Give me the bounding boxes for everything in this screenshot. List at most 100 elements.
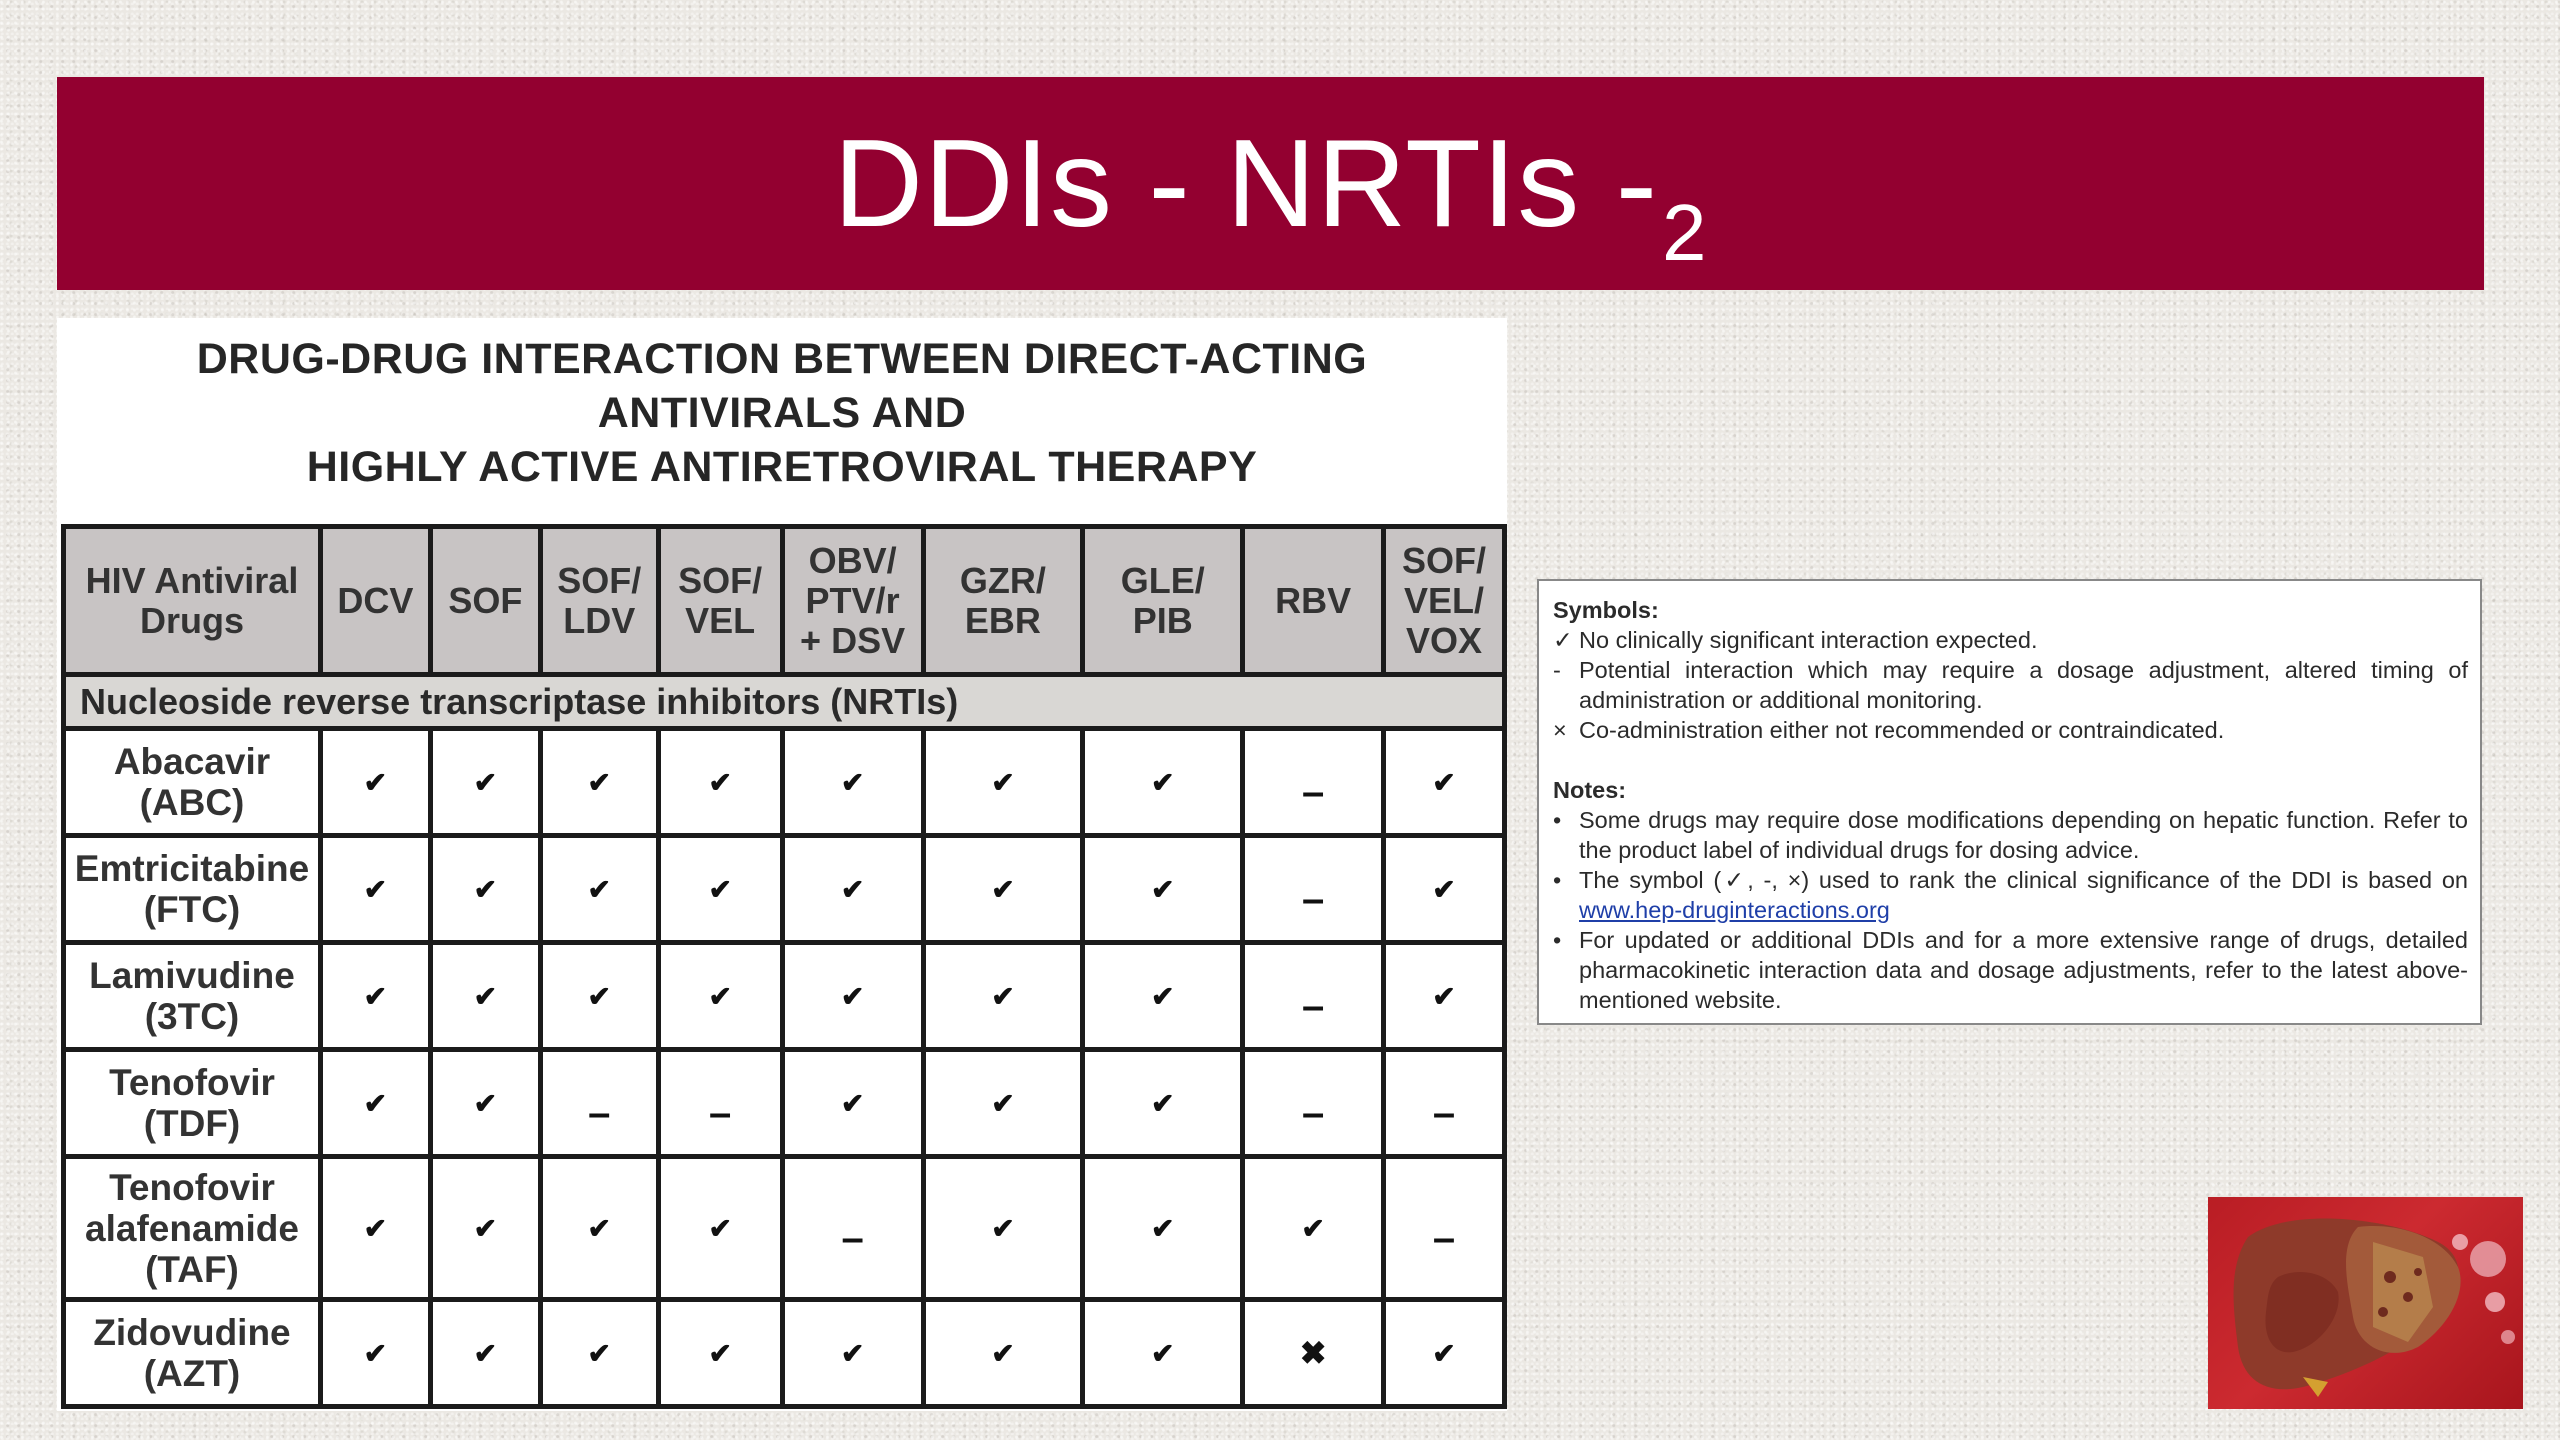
- interaction-cell: ✔: [1381, 1297, 1507, 1409]
- legend-mark: •: [1553, 927, 1562, 953]
- column-header-line: PIB: [1132, 599, 1193, 641]
- legend-text: The symbol (✓, -, ×) used to rank the cl…: [1579, 867, 2468, 893]
- interaction-cell: ✔: [537, 726, 661, 838]
- legend-mark: •: [1553, 807, 1562, 833]
- check-icon: ✔: [1432, 766, 1456, 798]
- column-header-line: SOF: [448, 579, 523, 621]
- check-icon: ✔: [991, 1087, 1015, 1119]
- interaction-cell: ✔: [427, 940, 543, 1052]
- check-icon: ✔: [363, 766, 388, 798]
- symbols-heading: Symbols:: [1553, 597, 1659, 623]
- column-header-line: HIV Antiviral: [85, 559, 299, 601]
- legend-item: - Potential interaction which may require…: [1553, 655, 2468, 715]
- notes-list: • Some drugs may require dose modificatio…: [1553, 805, 2468, 1015]
- legend-item: ✓ No clinically significant interaction e…: [1553, 625, 2468, 655]
- interaction-cell: ✔: [427, 1154, 543, 1302]
- drug-name-cell: Emtricitabine (FTC): [61, 833, 323, 945]
- legend-text: Some drugs may require dose modification…: [1579, 807, 2468, 863]
- check-icon: ✔: [1151, 1337, 1175, 1369]
- interaction-cell: –: [779, 1154, 926, 1302]
- column-header: SOF/VEL: [655, 524, 785, 677]
- column-header-line: SOF/: [557, 559, 642, 601]
- drug-name-line: (TAF): [145, 1248, 239, 1290]
- notes-heading: Notes:: [1553, 777, 1627, 803]
- title-subscript: 2: [1662, 187, 1708, 277]
- section-label: Nucleoside reverse transcriptase inhibit…: [61, 672, 1507, 731]
- ddi-table: HIV Antiviral Drugs DCV SOF SOF/LDV SOF/VEL OB…: [61, 524, 1507, 1409]
- check-icon: ✔: [473, 766, 498, 798]
- table-row: Tenofovir alafenamide (TAF) ✔ ✔ ✔ ✔ – ✔ ✔ ✔ –: [61, 1154, 1507, 1302]
- interaction-cell: –: [655, 1047, 785, 1159]
- title-banner: DDIs - NRTIs -2: [57, 77, 2484, 290]
- interaction-cell: ✔: [655, 940, 785, 1052]
- interaction-cell: –: [1240, 940, 1387, 1052]
- cross-icon: ✖: [1299, 1335, 1327, 1371]
- drug-name-line: (TDF): [143, 1103, 241, 1144]
- interaction-cell: ✔: [920, 940, 1086, 1052]
- check-icon: ✔: [708, 980, 732, 1012]
- column-header-line: RBV: [1275, 579, 1352, 621]
- interaction-cell: ✔: [779, 833, 926, 945]
- interaction-cell: –: [1381, 1047, 1507, 1159]
- check-icon: ✔: [1432, 980, 1456, 1012]
- legend-mark: -: [1553, 657, 1561, 683]
- interaction-cell: ✔: [779, 1297, 926, 1409]
- legend-mark: •: [1553, 867, 1562, 893]
- check-icon: ✔: [363, 1087, 388, 1119]
- table-row: Abacavir (ABC) ✔ ✔ ✔ ✔ ✔ ✔ ✔ – ✔: [61, 726, 1507, 838]
- dash-icon: –: [1432, 1215, 1456, 1260]
- legend-text-block: No clinically significant interaction ex…: [1579, 625, 2468, 655]
- interaction-cell: ✔: [317, 1154, 433, 1302]
- dash-icon: –: [1301, 769, 1325, 814]
- legend-item: × Co-administration either not recommende…: [1553, 715, 2468, 745]
- legend-text-block: Potential interaction which may require …: [1579, 655, 2468, 715]
- hep-druginteractions-link[interactable]: www.hep-druginteractions.org: [1579, 897, 1890, 923]
- interaction-cell: ✔: [537, 833, 661, 945]
- check-icon: ✔: [991, 1337, 1015, 1369]
- interaction-cell: ✔: [920, 1154, 1086, 1302]
- check-icon: ✔: [473, 1212, 498, 1244]
- interaction-cell: ✔: [537, 1297, 661, 1409]
- check-icon: ✔: [473, 873, 498, 905]
- liver-illustration-icon: [2208, 1197, 2523, 1409]
- check-icon: ✔: [587, 980, 611, 1012]
- panel-heading-line: DRUG-DRUG INTERACTION BETWEEN DIRECT-ACT…: [196, 335, 1368, 383]
- interaction-cell: ✔: [1080, 726, 1246, 838]
- check-icon: ✔: [1151, 873, 1175, 905]
- check-icon: ✔: [708, 873, 732, 905]
- table-header-row: HIV Antiviral Drugs DCV SOF SOF/LDV SOF/VEL OB…: [61, 524, 1507, 677]
- check-icon: ✔: [991, 980, 1015, 1012]
- interaction-cell: ✔: [920, 726, 1086, 838]
- interaction-cell: ✔: [920, 1297, 1086, 1409]
- drug-name-line: (AZT): [143, 1353, 241, 1394]
- column-header-line: Drugs: [139, 599, 244, 641]
- check-icon: ✔: [1301, 1212, 1325, 1244]
- interaction-cell: –: [1240, 1047, 1387, 1159]
- interaction-cell: –: [537, 1047, 661, 1159]
- interaction-cell: ✔: [1080, 1047, 1246, 1159]
- dash-icon: –: [1301, 1090, 1325, 1135]
- interaction-cell: ✔: [1080, 1297, 1246, 1409]
- legend-text-block: For updated or additional DDIs and for a…: [1579, 925, 2468, 1015]
- interaction-cell: ✔: [1381, 833, 1507, 945]
- drug-name-line: Tenofovir: [109, 1166, 275, 1208]
- check-icon: ✔: [991, 1212, 1015, 1244]
- legend-item: • For updated or additional DDIs and for …: [1553, 925, 2468, 1015]
- drug-name-line: Tenofovir: [109, 1062, 275, 1103]
- table-row: Lamivudine (3TC) ✔ ✔ ✔ ✔ ✔ ✔ ✔ – ✔: [61, 940, 1507, 1052]
- drug-name-cell: Zidovudine (AZT): [61, 1297, 323, 1409]
- column-header: SOF/LDV: [537, 524, 661, 677]
- interaction-cell: –: [1381, 1154, 1507, 1302]
- drug-name-cell: Tenofovir alafenamide (TAF): [61, 1154, 323, 1302]
- check-icon: ✔: [1432, 873, 1456, 905]
- interaction-cell: ✔: [317, 940, 433, 1052]
- interaction-cell: ✔: [427, 1047, 543, 1159]
- column-header-line: VOX: [1405, 619, 1483, 661]
- drug-name-cell: Tenofovir (TDF): [61, 1047, 323, 1159]
- check-icon: ✔: [708, 1337, 732, 1369]
- panel-heading-line: ANTIVIRALS AND: [597, 389, 967, 437]
- column-header: OBV/PTV/r + DSV: [779, 524, 926, 677]
- interaction-cell: ✔: [655, 833, 785, 945]
- check-icon: ✔: [473, 980, 498, 1012]
- check-icon: ✔: [1432, 1337, 1456, 1369]
